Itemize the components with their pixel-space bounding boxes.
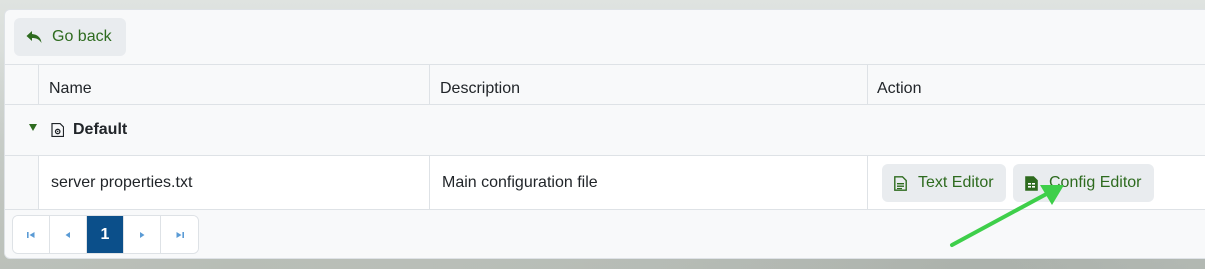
file-name-cell: server properties.txt <box>51 173 193 191</box>
caret-left-icon <box>65 231 70 238</box>
reply-arrow-icon <box>26 31 42 43</box>
next-page-button[interactable] <box>124 216 161 253</box>
file-description-cell: Main configuration file <box>442 173 598 191</box>
config-editor-label: Config Editor <box>1049 174 1142 191</box>
toolbar: Go back <box>5 10 1205 65</box>
table-header-row: Name Description Action <box>5 65 1205 105</box>
column-header-description[interactable]: Description <box>440 65 520 104</box>
expand-toggle-icon[interactable] <box>29 124 37 131</box>
text-editor-label: Text Editor <box>918 174 994 191</box>
page-button-current[interactable]: 1 <box>87 216 124 253</box>
file-text-icon <box>894 175 907 191</box>
first-page-button[interactable] <box>13 216 50 253</box>
skip-end-icon <box>176 231 184 238</box>
previous-page-button[interactable] <box>50 216 87 253</box>
go-back-label: Go back <box>52 28 112 45</box>
caret-right-icon <box>140 231 145 238</box>
pagination: 1 <box>12 215 199 254</box>
go-back-button[interactable]: Go back <box>14 18 126 56</box>
column-header-action: Action <box>877 79 922 97</box>
last-page-button[interactable] <box>161 216 198 253</box>
file-browser-panel: Go back Name Description Action Default <box>4 9 1205 259</box>
column-header-name[interactable]: Name <box>49 65 92 104</box>
text-editor-button[interactable]: Text Editor <box>882 164 1006 202</box>
skip-start-icon <box>27 231 35 238</box>
group-row-default[interactable]: Default <box>5 105 1205 156</box>
config-editor-button[interactable]: Config Editor <box>1013 164 1154 202</box>
file-gear-icon <box>51 123 64 137</box>
table-row: server properties.txt Main configuration… <box>5 156 1205 210</box>
table-footer: 1 <box>5 210 1205 258</box>
group-label: Default <box>73 121 128 138</box>
file-spreadsheet-icon <box>1025 175 1038 191</box>
